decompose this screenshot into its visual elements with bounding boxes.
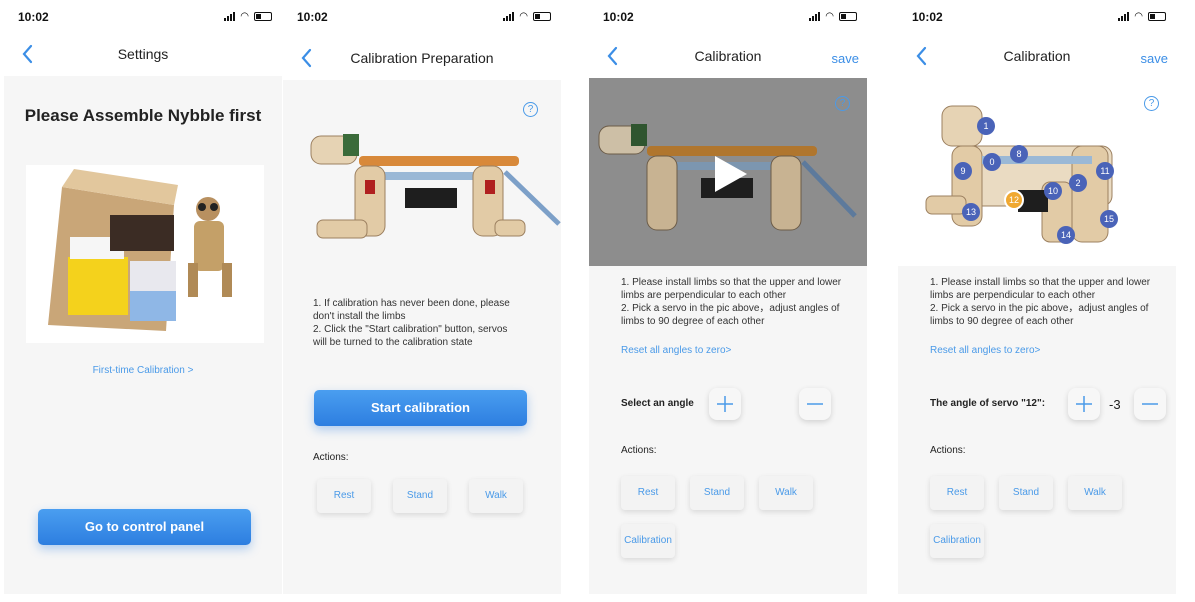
status-bar: 10:02 ◠ — [898, 10, 1176, 28]
servo-13-badge[interactable]: 13 — [962, 203, 980, 221]
servo-0-badge[interactable]: 0 — [983, 153, 1001, 171]
nav-bar: Calibration Preparation — [283, 44, 561, 74]
preparation-instructions: 1. If calibration has never been done, p… — [313, 298, 510, 348]
servo-11-badge[interactable]: 11 — [1096, 162, 1114, 180]
actions-label: Actions: — [621, 445, 657, 456]
minus-icon — [1142, 403, 1158, 405]
help-icon[interactable]: ? — [1144, 96, 1159, 111]
wifi-icon: ◠ — [240, 11, 249, 22]
page-title: Calibration Preparation — [350, 50, 494, 66]
servo-1-badge[interactable]: 1 — [977, 117, 995, 135]
nybble-kit-photo — [26, 165, 264, 343]
page-title: Calibration — [1003, 48, 1071, 64]
app-screens: 10:02 ◠ Settings Please Assemble Nybble … — [0, 0, 1195, 602]
calibration-servo-content: 1 0 8 9 10 2 11 13 12 15 14 ? 1. Please … — [898, 78, 1176, 594]
status-time: 10:02 — [603, 10, 634, 24]
action-rest-button[interactable]: Rest — [317, 479, 371, 513]
minus-icon — [807, 403, 823, 405]
calibration-screen: 10:02 ◠ Calibration save ? 1. Please ins… — [589, 0, 867, 602]
signal-icon — [809, 12, 821, 21]
play-icon[interactable] — [713, 154, 749, 194]
servo-2-badge[interactable]: 2 — [1069, 174, 1087, 192]
wifi-icon: ◠ — [519, 11, 528, 22]
page-title: Settings — [117, 46, 169, 62]
action-stand-button[interactable]: Stand — [690, 476, 744, 510]
wifi-icon: ◠ — [825, 11, 834, 22]
signal-icon — [503, 12, 515, 21]
reset-angles-link[interactable]: Reset all angles to zero> — [930, 345, 1040, 356]
calibration-video[interactable]: ? — [589, 78, 867, 266]
status-time: 10:02 — [912, 10, 943, 24]
first-time-calibration-link[interactable]: First-time Calibration > — [4, 365, 282, 376]
go-to-control-panel-button[interactable]: Go to control panel — [38, 509, 251, 545]
assemble-heading: Please Assemble Nybble first — [24, 106, 262, 125]
status-bar: 10:02 ◠ — [4, 10, 282, 28]
decrease-angle-button[interactable] — [1134, 388, 1166, 420]
action-stand-button[interactable]: Stand — [999, 476, 1053, 510]
action-calibration-button[interactable]: Calibration — [621, 524, 675, 558]
nav-bar: Calibration save — [898, 42, 1176, 72]
status-time: 10:02 — [18, 10, 49, 24]
action-calibration-button[interactable]: Calibration — [930, 524, 984, 558]
plus-icon — [717, 396, 733, 412]
select-angle-label: Select an angle — [621, 398, 694, 409]
status-bar: 10:02 ◠ — [283, 10, 561, 28]
calibration-preparation-screen: 10:02 ◠ Calibration Preparation ? 1. If … — [283, 0, 561, 602]
save-button[interactable]: save — [832, 51, 859, 66]
servo-angle-value: -3 — [1109, 397, 1121, 412]
status-icons: ◠ — [503, 11, 551, 22]
calibration-content: ? 1. Please install limbs so that the up… — [589, 78, 867, 594]
plus-icon — [1076, 396, 1092, 412]
actions-label: Actions: — [930, 445, 966, 456]
servo-10-badge[interactable]: 10 — [1044, 182, 1062, 200]
action-stand-button[interactable]: Stand — [393, 479, 447, 513]
calibration-instructions: 1. Please install limbs so that the uppe… — [930, 277, 1151, 327]
servo-8-badge[interactable]: 8 — [1010, 145, 1028, 163]
action-rest-button[interactable]: Rest — [621, 476, 675, 510]
servo-14-badge[interactable]: 14 — [1057, 226, 1075, 244]
status-icons: ◠ — [1118, 11, 1166, 22]
calibration-instructions: 1. Please install limbs so that the uppe… — [621, 277, 842, 327]
battery-icon — [533, 12, 551, 21]
action-walk-button[interactable]: Walk — [469, 479, 523, 513]
actions-label: Actions: — [313, 452, 349, 463]
reset-angles-link[interactable]: Reset all angles to zero> — [621, 345, 731, 356]
status-icons: ◠ — [224, 11, 272, 22]
status-icons: ◠ — [809, 11, 857, 22]
action-walk-button[interactable]: Walk — [1068, 476, 1122, 510]
action-rest-button[interactable]: Rest — [930, 476, 984, 510]
status-time: 10:02 — [297, 10, 328, 24]
servo-9-badge[interactable]: 9 — [954, 162, 972, 180]
start-calibration-button[interactable]: Start calibration — [314, 390, 527, 426]
settings-screen: 10:02 ◠ Settings Please Assemble Nybble … — [4, 0, 282, 602]
help-icon[interactable]: ? — [523, 102, 538, 117]
save-button[interactable]: save — [1141, 51, 1168, 66]
status-bar: 10:02 ◠ — [589, 10, 867, 28]
servo-15-badge[interactable]: 15 — [1100, 210, 1118, 228]
action-walk-button[interactable]: Walk — [759, 476, 813, 510]
servo-12-badge-selected[interactable]: 12 — [1004, 190, 1024, 210]
battery-icon — [1148, 12, 1166, 21]
signal-icon — [224, 12, 236, 21]
battery-icon — [254, 12, 272, 21]
servo-angle-label: The angle of servo "12": — [930, 398, 1046, 409]
increase-angle-button[interactable] — [709, 388, 741, 420]
signal-icon — [1118, 12, 1130, 21]
preparation-content: ? 1. If calibration has never been done,… — [283, 80, 561, 594]
battery-icon — [839, 12, 857, 21]
nav-bar: Settings — [4, 40, 282, 70]
decrease-angle-button[interactable] — [799, 388, 831, 420]
servo-picker-diagram[interactable]: 1 0 8 9 10 2 11 13 12 15 14 ? — [898, 78, 1176, 266]
wifi-icon: ◠ — [1134, 11, 1143, 22]
settings-content: Please Assemble Nybble first First-time … — [4, 76, 282, 594]
calibration-servo-screen: 10:02 ◠ Calibration save 1 0 8 9 10 2 11… — [898, 0, 1176, 602]
page-title: Calibration — [694, 48, 762, 64]
nav-bar: Calibration save — [589, 42, 867, 72]
nybble-robot-diagram — [310, 134, 561, 239]
increase-angle-button[interactable] — [1068, 388, 1100, 420]
help-icon[interactable]: ? — [835, 96, 850, 111]
